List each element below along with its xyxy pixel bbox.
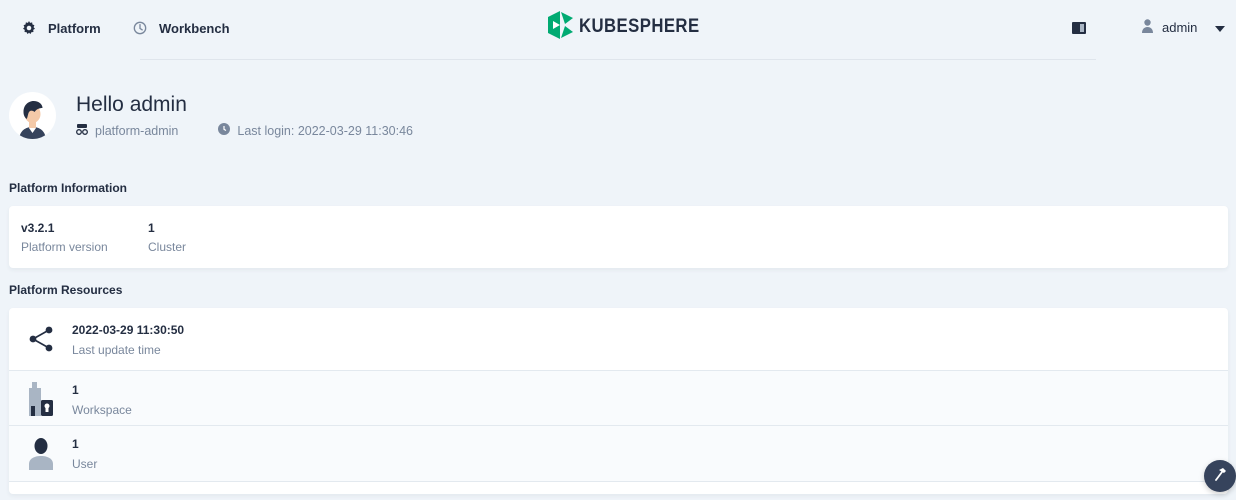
role-text: platform-admin <box>95 123 179 138</box>
dashboard-icon <box>133 21 147 35</box>
resource-row-user[interactable]: 1 User <box>9 425 1228 481</box>
platform-info-title: Platform Information <box>9 181 128 195</box>
greeting: Hello admin platform-admin Last login: 2… <box>9 91 413 139</box>
user-menu[interactable]: admin <box>1142 17 1226 37</box>
workspace-count-value: 1 <box>72 383 79 397</box>
platform-version-value: v3.2.1 <box>21 221 55 235</box>
glasses-icon <box>76 123 88 138</box>
kubesphere-logo[interactable]: KUBESPHERE <box>548 10 716 44</box>
gear-icon <box>22 21 36 35</box>
platform-resources-card: 2022-03-29 11:30:50 Last update time 1 W… <box>9 308 1228 494</box>
share-nodes-icon <box>27 321 55 357</box>
user-icon <box>27 436 55 472</box>
nav-platform[interactable]: Platform <box>22 18 101 38</box>
avatar-illustration <box>19 100 46 139</box>
nav-workbench-label: Workbench <box>159 20 230 36</box>
hammer-icon <box>1213 467 1227 486</box>
last-login-text: Last login: 2022-03-29 11:30:46 <box>237 123 413 138</box>
clock-icon <box>218 123 231 138</box>
toolbox-button[interactable] <box>1204 460 1236 492</box>
cluster-stat: 1 Cluster <box>148 221 186 254</box>
platform-resources-title: Platform Resources <box>9 283 123 297</box>
chevron-down-icon <box>1215 20 1226 35</box>
platform-info-card: v3.2.1 Platform version 1 Cluster <box>9 206 1228 268</box>
resource-row-workspace[interactable]: 1 Workspace <box>9 370 1228 425</box>
kubesphere-logo-icon <box>548 10 573 44</box>
platform-version-stat: v3.2.1 Platform version <box>21 221 108 254</box>
workspace-label: Workspace <box>72 403 132 417</box>
cluster-count-value: 1 <box>148 221 155 235</box>
user-avatar-icon <box>1142 18 1153 36</box>
resource-row-last-update: 2022-03-29 11:30:50 Last update time <box>9 308 1228 370</box>
nav-platform-label: Platform <box>48 20 101 36</box>
resource-row-partial <box>9 481 1228 494</box>
workspace-icon <box>27 381 55 417</box>
platform-version-label: Platform version <box>21 240 108 254</box>
cluster-label: Cluster <box>148 240 187 254</box>
toolbox-icon[interactable] <box>1072 21 1086 39</box>
last-login-info: Last login: 2022-03-29 11:30:46 <box>218 123 413 138</box>
user-label: User <box>72 457 98 471</box>
top-bar: Platform Workbench KUBESPHERE admin <box>0 0 1236 56</box>
last-update-label: Last update time <box>72 343 161 357</box>
last-update-value: 2022-03-29 11:30:50 <box>72 323 185 337</box>
role-info: platform-admin <box>76 123 179 138</box>
greeting-title: Hello admin <box>76 93 187 116</box>
header-divider <box>140 59 1096 60</box>
user-count-value: 1 <box>72 437 79 451</box>
logo-text: KUBESPHERE <box>579 16 700 37</box>
nav-workbench[interactable]: Workbench <box>133 18 230 38</box>
avatar <box>9 91 56 139</box>
user-name: admin <box>1162 19 1198 35</box>
